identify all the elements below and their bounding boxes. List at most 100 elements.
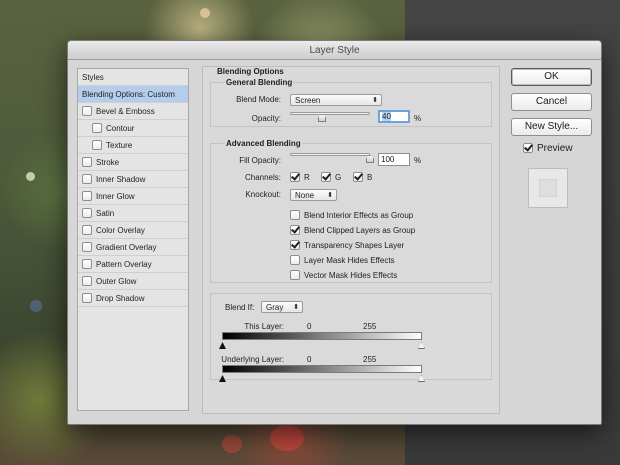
photo-highlight — [26, 172, 35, 181]
style-item-pattern-overlay[interactable]: Pattern Overlay — [78, 256, 188, 273]
style-item-outer-glow[interactable]: Outer Glow — [78, 273, 188, 290]
underlying-layer-black-slider[interactable] — [219, 375, 226, 382]
cancel-button[interactable]: Cancel — [511, 93, 592, 111]
style-item-stroke[interactable]: Stroke — [78, 154, 188, 171]
channel-b-checkbox[interactable] — [353, 172, 363, 182]
fill-opacity-slider-thumb[interactable] — [366, 155, 374, 163]
advanced-option-checkbox[interactable] — [290, 270, 300, 280]
styles-list-header[interactable]: Styles — [78, 69, 188, 86]
style-item-contour[interactable]: Contour — [78, 120, 188, 137]
blend-if-group: Blend If: Gray ⬍ This Layer: 0 255 Under… — [210, 293, 492, 382]
blend-mode-dropdown[interactable]: Screen ⬍ — [290, 94, 382, 106]
underlying-layer-white-slider[interactable] — [418, 375, 425, 382]
underlying-layer-high: 255 — [363, 355, 377, 364]
this-layer-high: 255 — [363, 322, 377, 331]
style-item-drop-shadow[interactable]: Drop Shadow — [78, 290, 188, 307]
style-item-bevel-emboss[interactable]: Bevel & Emboss — [78, 103, 188, 120]
style-item-texture[interactable]: Texture — [78, 137, 188, 154]
style-item-checkbox[interactable] — [92, 123, 102, 133]
photo-red-flower — [222, 435, 242, 453]
style-item-label: Texture — [106, 141, 133, 150]
preview-swatch — [528, 168, 568, 208]
fill-opacity-slider[interactable] — [290, 153, 370, 156]
style-item-label: Outer Glow — [96, 277, 137, 286]
style-item-checkbox[interactable] — [82, 293, 92, 303]
style-item-label: Gradient Overlay — [96, 243, 157, 252]
advanced-option-checkbox[interactable] — [290, 240, 300, 250]
advanced-option-checkbox[interactable] — [290, 225, 300, 235]
style-item-checkbox[interactable] — [92, 140, 102, 150]
advanced-option-checkbox[interactable] — [290, 210, 300, 220]
photo-highlight — [200, 8, 210, 18]
channel-b-label: B — [367, 173, 373, 182]
opacity-slider[interactable] — [290, 112, 370, 115]
advanced-option-checkbox[interactable] — [290, 255, 300, 265]
channel-r-checkbox[interactable] — [290, 172, 300, 182]
this-layer-gradient — [222, 332, 422, 340]
fill-opacity-label: Fill Opacity: — [239, 156, 281, 165]
knockout-dropdown[interactable]: None ⬍ — [290, 189, 337, 201]
blending-options-title: Blending Options — [217, 67, 284, 76]
blend-mode-value: Screen — [295, 96, 321, 105]
fill-opacity-percent: % — [414, 156, 422, 165]
new-style-button[interactable]: New Style... — [511, 118, 592, 136]
style-item-checkbox[interactable] — [82, 106, 92, 116]
advanced-blending-title: Advanced Blending — [225, 139, 302, 148]
this-layer-black-slider[interactable] — [219, 342, 226, 349]
general-blending-group: General Blending Blend Mode: Screen ⬍ Op… — [210, 78, 492, 127]
styles-list: Styles Blending Options: Custom Bevel & E… — [77, 68, 189, 411]
channel-g-checkbox[interactable] — [321, 172, 331, 182]
style-item-label: Inner Glow — [96, 192, 135, 201]
style-item-inner-glow[interactable]: Inner Glow — [78, 188, 188, 205]
preview-checkbox[interactable] — [523, 143, 533, 153]
style-item-checkbox[interactable] — [82, 157, 92, 167]
style-item-label: Blending Options: Custom — [82, 90, 175, 99]
style-item-label: Drop Shadow — [96, 294, 145, 303]
this-layer-label: This Layer: — [244, 322, 284, 331]
blend-if-label: Blend If: — [225, 303, 255, 312]
channel-g-label: G — [335, 173, 342, 182]
opacity-label: Opacity: — [251, 114, 281, 123]
style-item-label: Pattern Overlay — [96, 260, 152, 269]
style-item-checkbox[interactable] — [82, 276, 92, 286]
dropdown-arrows-icon: ⬍ — [293, 304, 299, 311]
style-item-checkbox[interactable] — [82, 208, 92, 218]
style-item-checkbox[interactable] — [82, 191, 92, 201]
opacity-value: 40 — [382, 112, 391, 121]
advanced-option-label: Transparency Shapes Layer — [304, 241, 405, 250]
layer-style-dialog: Layer Style Styles Blending Options: Cus… — [67, 40, 602, 425]
channel-r-label: R — [304, 173, 310, 182]
preview-label: Preview — [537, 143, 573, 154]
style-item-satin[interactable]: Satin — [78, 205, 188, 222]
photo-blue-flower — [30, 300, 42, 312]
opacity-input[interactable]: 40 — [378, 110, 410, 123]
opacity-slider-thumb[interactable] — [318, 114, 326, 122]
knockout-label: Knockout: — [245, 190, 281, 199]
style-item-checkbox[interactable] — [82, 225, 92, 235]
style-item-color-overlay[interactable]: Color Overlay — [78, 222, 188, 239]
general-blending-title: General Blending — [225, 78, 294, 87]
knockout-value: None — [295, 191, 315, 200]
style-item-checkbox[interactable] — [82, 259, 92, 269]
blend-if-dropdown[interactable]: Gray ⬍ — [261, 301, 303, 313]
style-item-blending-options-custom[interactable]: Blending Options: Custom — [78, 86, 188, 103]
underlying-layer-low: 0 — [307, 355, 312, 364]
style-item-checkbox[interactable] — [82, 174, 92, 184]
opacity-percent: % — [414, 114, 422, 123]
preview-swatch-inner — [539, 179, 557, 197]
blending-options-panel: Blending Options General Blending Blend … — [202, 66, 500, 414]
this-layer-white-slider[interactable] — [418, 342, 425, 349]
fill-opacity-input[interactable]: 100 — [378, 153, 410, 166]
style-item-label: Inner Shadow — [96, 175, 146, 184]
style-item-label: Stroke — [96, 158, 120, 167]
style-item-inner-shadow[interactable]: Inner Shadow — [78, 171, 188, 188]
fill-opacity-value: 100 — [381, 155, 395, 164]
style-item-gradient-overlay[interactable]: Gradient Overlay — [78, 239, 188, 256]
ok-button[interactable]: OK — [511, 68, 592, 86]
advanced-option-label: Vector Mask Hides Effects — [304, 271, 398, 280]
style-item-checkbox[interactable] — [82, 242, 92, 252]
underlying-layer-gradient — [222, 365, 422, 373]
blend-if-value: Gray — [266, 303, 284, 312]
style-item-label: Satin — [96, 209, 115, 218]
channels-label: Channels: — [244, 173, 281, 182]
